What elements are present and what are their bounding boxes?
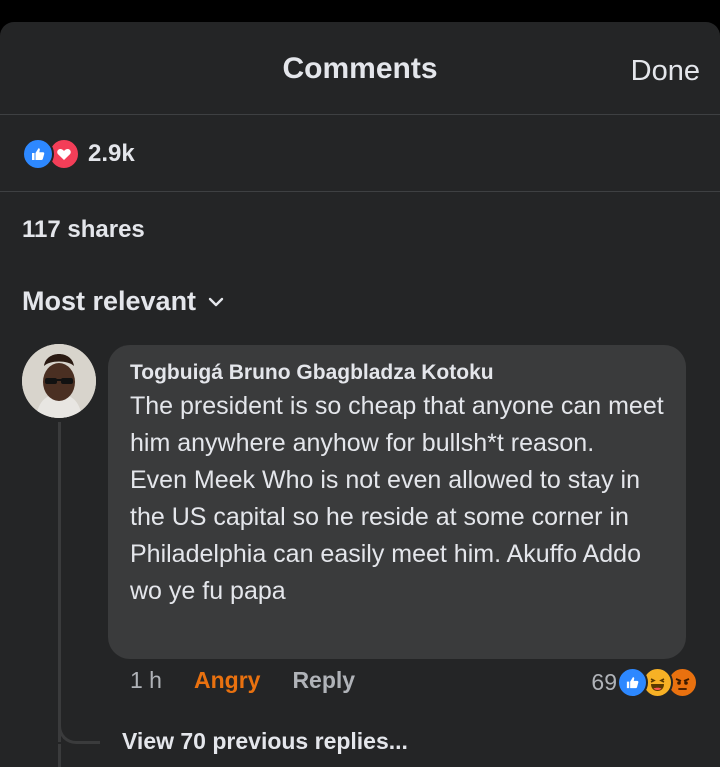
header-divider bbox=[0, 114, 720, 115]
thread-line bbox=[58, 422, 61, 742]
view-previous-replies-link[interactable]: View 70 previous replies... bbox=[122, 728, 408, 755]
like-icon bbox=[617, 667, 648, 698]
comments-header: Comments Done bbox=[0, 22, 720, 114]
sort-selector[interactable]: Most relevant bbox=[22, 286, 224, 317]
comment-text: The president is so cheap that anyone ca… bbox=[130, 392, 671, 605]
reactions-divider bbox=[0, 191, 720, 192]
sort-label: Most relevant bbox=[22, 286, 197, 316]
comments-sheet: Comments Done 2.9k 117 shares Most relev… bbox=[0, 22, 720, 767]
comment-reactions[interactable]: 69 bbox=[591, 667, 698, 698]
comment-reaction-count: 69 bbox=[591, 669, 617, 695]
comment-author[interactable]: Togbuigá Bruno Gbagbladza Kotoku bbox=[130, 359, 664, 387]
comment-bubble[interactable]: Togbuigá Bruno Gbagbladza Kotoku The pre… bbox=[108, 345, 686, 659]
chevron-down-icon bbox=[208, 297, 224, 306]
reply-button[interactable]: Reply bbox=[292, 667, 355, 694]
reactions-count: 2.9k bbox=[88, 140, 135, 167]
thread-connector bbox=[58, 712, 100, 744]
shares-count[interactable]: 117 shares bbox=[22, 216, 145, 244]
thread-line-continued bbox=[58, 744, 61, 767]
page-title: Comments bbox=[282, 52, 438, 85]
angry-reaction-button[interactable]: Angry bbox=[194, 667, 260, 694]
like-icon bbox=[22, 138, 54, 170]
reactions-summary[interactable]: 2.9k bbox=[22, 138, 135, 170]
avatar[interactable] bbox=[22, 344, 96, 418]
comment-actions: 1 h Angry Reply bbox=[130, 667, 355, 694]
done-button[interactable]: Done bbox=[631, 55, 700, 88]
comment-time[interactable]: 1 h bbox=[130, 667, 162, 694]
